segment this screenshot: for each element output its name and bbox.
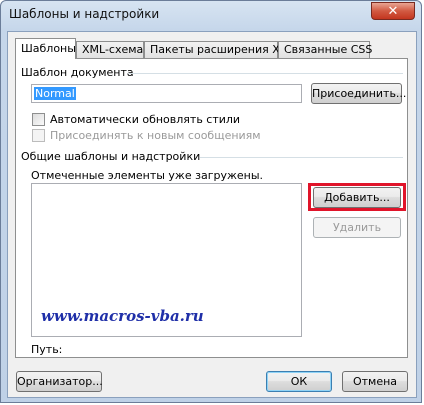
organizer-button[interactable]: Организатор... bbox=[16, 371, 103, 392]
tab-xml-schema[interactable]: XML-схема bbox=[76, 41, 144, 58]
global-templates-group-label: Общие шаблоны и надстройки bbox=[21, 150, 201, 163]
add-button[interactable]: Добавить... bbox=[313, 187, 401, 208]
document-template-input[interactable]: Normal bbox=[31, 84, 302, 103]
document-template-value: Normal bbox=[34, 87, 76, 100]
attach-button[interactable]: Присоединить... bbox=[311, 83, 406, 104]
group-divider bbox=[128, 73, 403, 74]
tab-label: Пакеты расширения XML bbox=[150, 43, 296, 56]
templates-panel: Шаблон документа Normal Присоединить... … bbox=[15, 58, 408, 358]
auto-update-styles-checkbox[interactable] bbox=[32, 113, 45, 126]
cancel-button[interactable]: Отмена bbox=[342, 371, 408, 392]
attach-to-new-messages-label: Присоединять к новым сообщениям bbox=[50, 129, 261, 142]
auto-update-styles-label[interactable]: Автоматически обновлять стили bbox=[50, 113, 240, 126]
tab-label: XML-схема bbox=[82, 43, 144, 56]
close-button[interactable]: ✕ bbox=[371, 2, 415, 20]
ok-button[interactable]: ОК bbox=[266, 371, 332, 392]
tab-xml-expansion-packs[interactable]: Пакеты расширения XML bbox=[144, 41, 295, 58]
organizer-button-label: Организатор... bbox=[17, 375, 103, 388]
loaded-items-note: Отмеченные элементы уже загружены. bbox=[31, 169, 264, 182]
ok-button-label: ОК bbox=[290, 375, 308, 388]
tab-label: Шаблоны bbox=[21, 42, 76, 55]
group-divider bbox=[200, 157, 403, 158]
dialog-client-area: Шаблоны XML-схема Пакеты расширения XML … bbox=[7, 31, 417, 398]
path-label: Путь: bbox=[31, 343, 63, 356]
title-bar[interactable]: Шаблоны и надстройки ✕ bbox=[1, 1, 421, 31]
document-template-group-label: Шаблон документа bbox=[21, 66, 134, 79]
dialog-window: Шаблоны и надстройки ✕ Шаблоны XML-схема… bbox=[0, 0, 422, 403]
remove-button[interactable]: Удалить bbox=[313, 217, 401, 238]
remove-button-label: Удалить bbox=[332, 221, 382, 234]
close-icon: ✕ bbox=[387, 3, 399, 19]
watermark-text: www.macros-vba.ru bbox=[41, 307, 204, 325]
window-title: Шаблоны и надстройки bbox=[9, 7, 160, 21]
add-button-label: Добавить... bbox=[324, 191, 390, 204]
tab-label: Связанные CSS bbox=[284, 43, 373, 56]
cancel-button-label: Отмена bbox=[352, 375, 398, 388]
tab-templates[interactable]: Шаблоны bbox=[15, 38, 76, 59]
attach-button-label: Присоединить... bbox=[312, 87, 407, 100]
attach-to-new-messages-checkbox[interactable] bbox=[32, 129, 45, 142]
tab-linked-css[interactable]: Связанные CSS bbox=[278, 41, 373, 58]
